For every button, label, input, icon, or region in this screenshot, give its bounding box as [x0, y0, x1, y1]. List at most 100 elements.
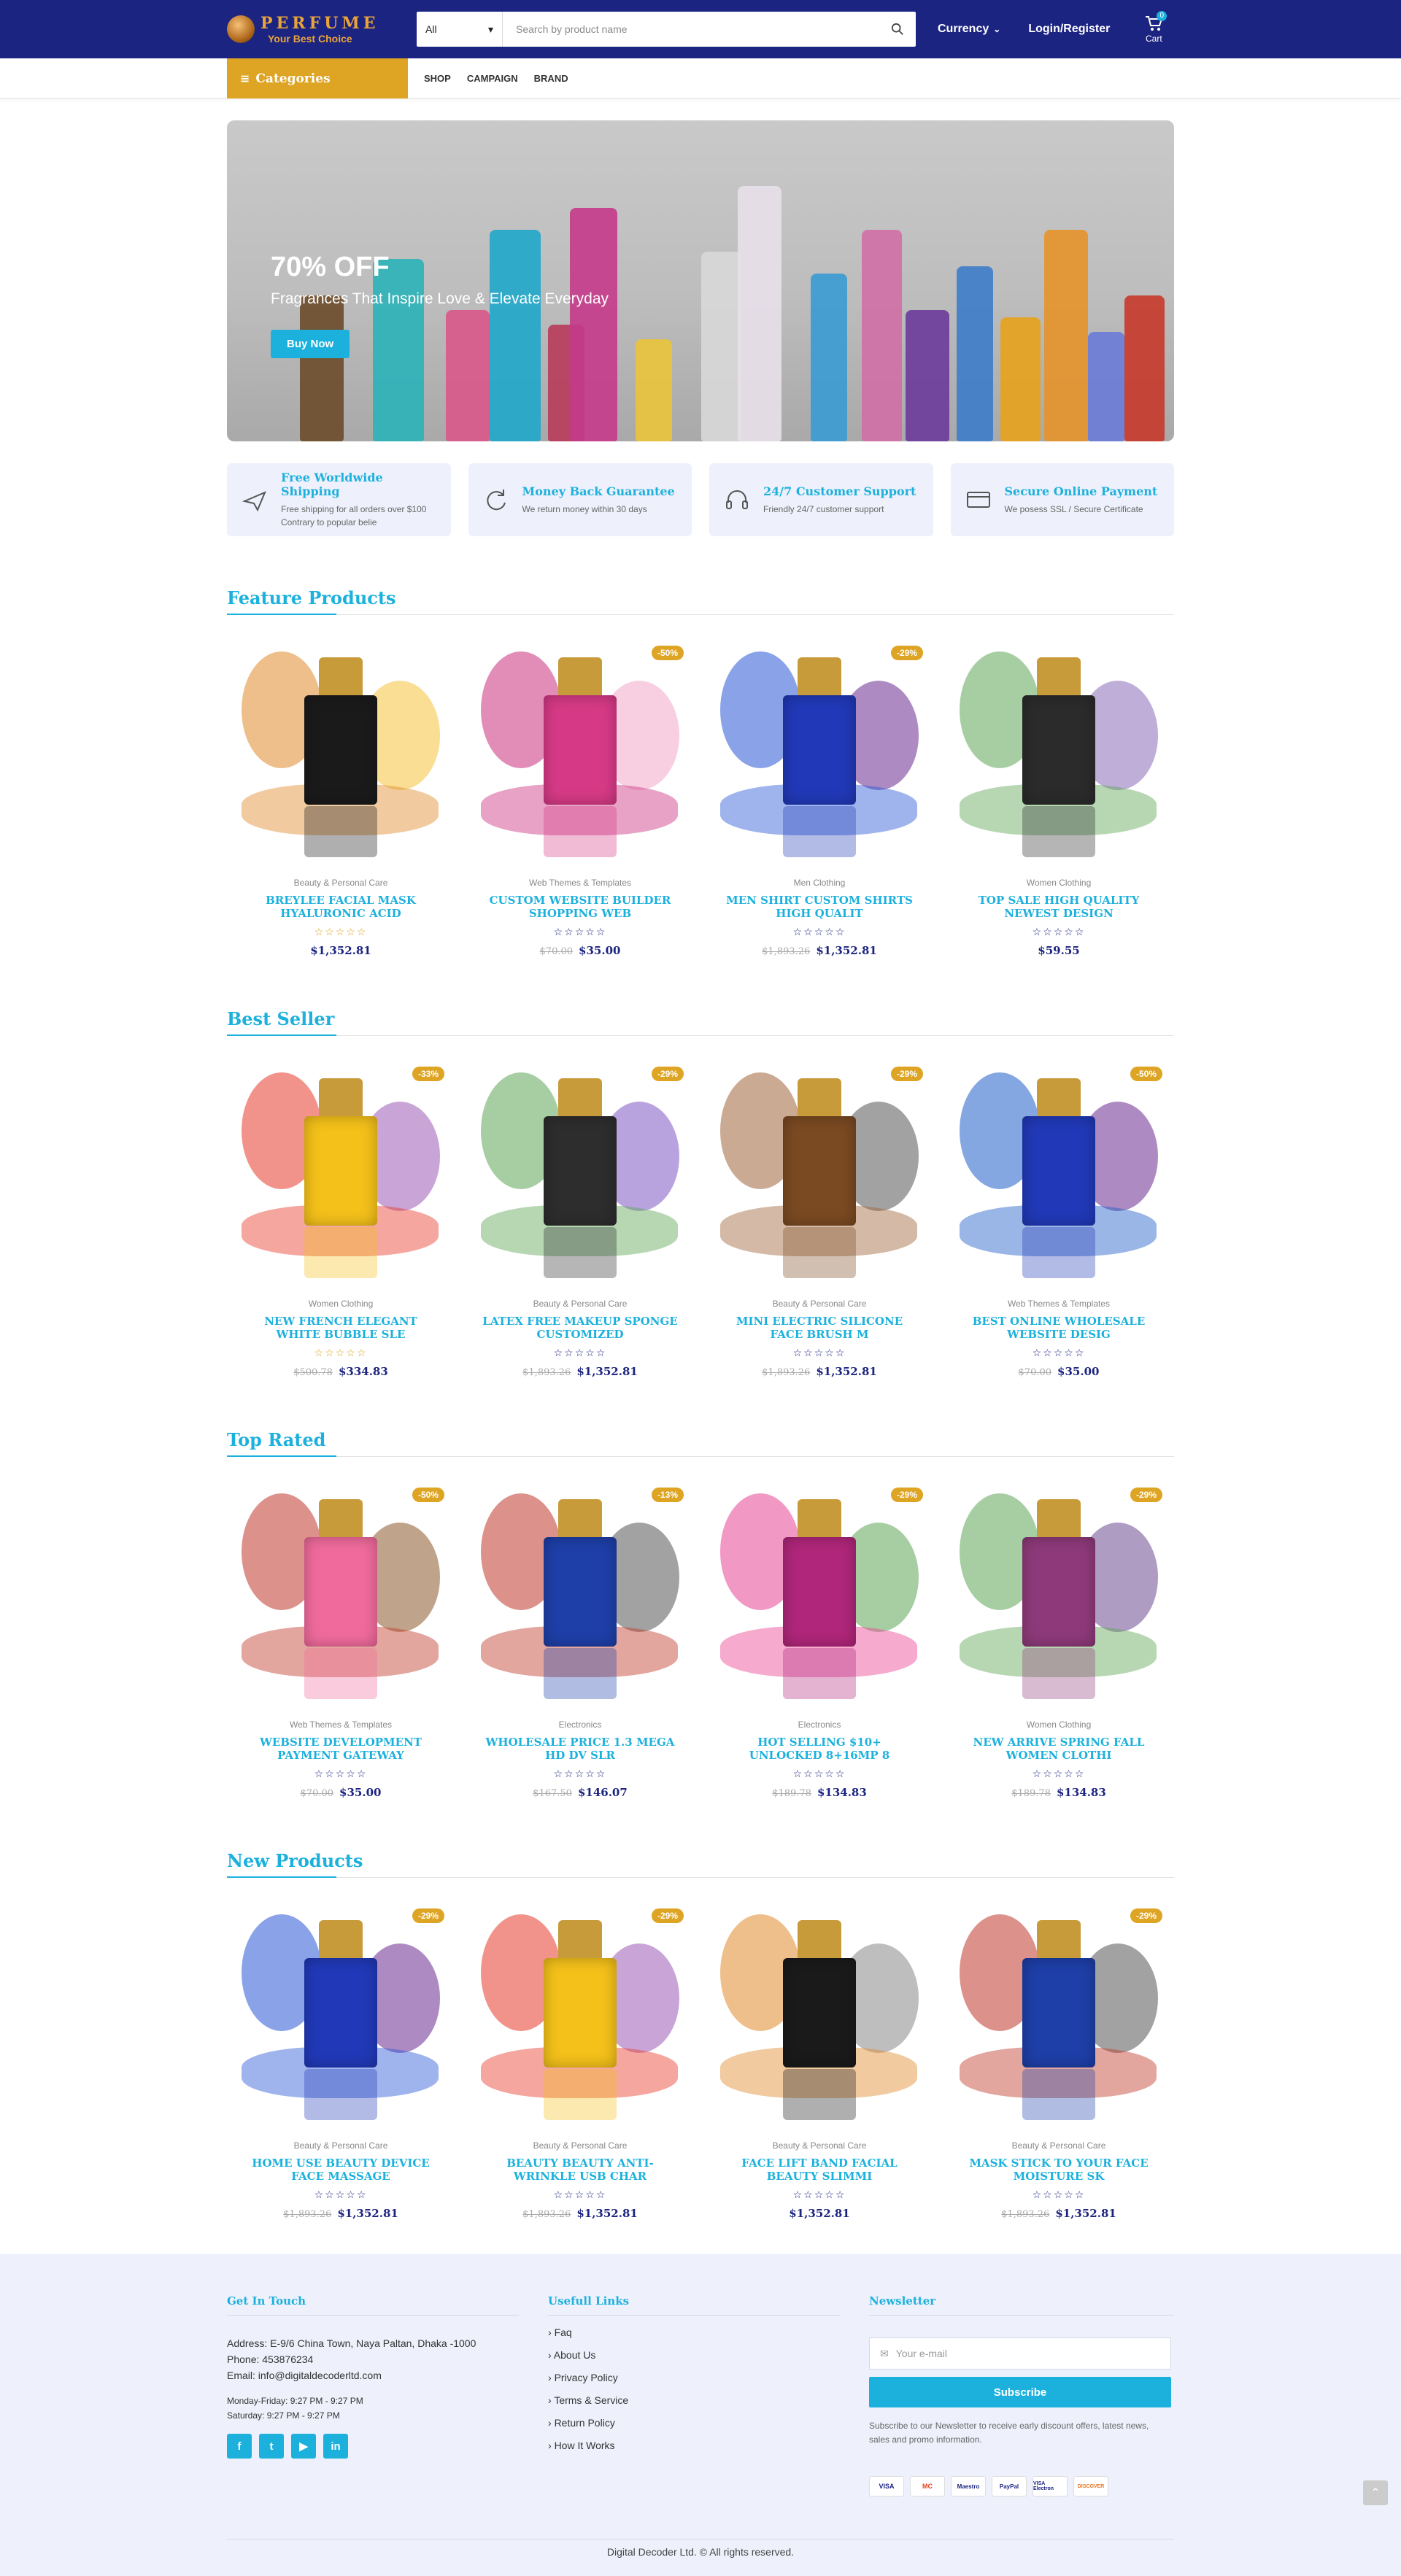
product-card[interactable]: -50% Web Themes & Templates CUSTOM WEBSITE… [466, 637, 694, 957]
footer-email: Email: info@digitaldecoderltd.com [227, 2370, 382, 2381]
product-card[interactable]: -29% Men Clothing MEN SHIRT CUSTOM SHIRTS … [706, 637, 933, 957]
subscribe-button[interactable]: Subscribe [869, 2377, 1171, 2407]
product-image[interactable]: -13% [466, 1479, 694, 1706]
paypal-icon: PayPal [992, 2476, 1027, 2497]
product-name[interactable]: BREYLEE FACIAL MASK HYALURONIC ACID [242, 894, 440, 920]
login-register-link[interactable]: Login/Register [1028, 23, 1110, 36]
product-category: Web Themes & Templates [1007, 1299, 1111, 1309]
product-image[interactable]: -29% [706, 637, 933, 865]
product-image[interactable]: -33% [227, 1058, 455, 1285]
product-price: $1,893.26 $1,352.81 [466, 1365, 694, 1378]
old-price: $70.00 [539, 946, 574, 957]
newsletter-email-input[interactable]: ✉ Your e-mail [869, 2337, 1171, 2370]
product-card[interactable]: -29% Beauty & Personal Care LATEX FREE MAK… [466, 1058, 694, 1378]
categories-label: Categories [255, 71, 331, 86]
product-image[interactable]: -29% [706, 1058, 933, 1285]
footer-link-privacy[interactable]: › Privacy Policy [548, 2372, 869, 2383]
search-button[interactable] [879, 12, 916, 47]
email-placeholder: Your e-mail [895, 2348, 948, 2359]
product-price: $189.78 $134.83 [945, 1786, 1173, 1799]
rating-stars: ☆☆☆☆☆ [314, 1347, 368, 1358]
product-card[interactable]: -29% Women Clothing NEW ARRIVE SPRING FALL… [945, 1479, 1173, 1799]
product-name[interactable]: WEBSITE DEVELOPMENT PAYMENT GATEWAY [242, 1736, 440, 1762]
product-category: Beauty & Personal Care [772, 1299, 867, 1309]
youtube-icon[interactable]: ▶ [291, 2434, 316, 2459]
product-card[interactable]: Beauty & Personal Care BREYLEE FACIAL MAS… [227, 637, 455, 957]
product-card[interactable]: -13% Electronics WHOLESALE PRICE 1.3 MEGA … [466, 1479, 694, 1799]
product-name[interactable]: MINI ELECTRIC SILICONE FACE BRUSH M [720, 1315, 919, 1341]
product-name[interactable]: FACE LIFT BAND FACIAL BEAUTY SLIMMI [720, 2157, 919, 2183]
product-name[interactable]: CUSTOM WEBSITE BUILDER SHOPPING WEB [481, 894, 679, 920]
product-image[interactable]: -50% [945, 1058, 1173, 1285]
scroll-to-top-button[interactable]: ⌃ [1363, 2480, 1388, 2505]
product-card[interactable]: -29% Beauty & Personal Care MASK STICK TO … [945, 1900, 1173, 2220]
currency-dropdown[interactable]: Currency ⌄ [938, 23, 1000, 36]
logo-subtitle: Your Best Choice [268, 32, 352, 45]
product-name[interactable]: BEST ONLINE WHOLESALE WEBSITE DESIG [960, 1315, 1158, 1341]
product-image[interactable] [227, 637, 455, 865]
section-title: Feature Products [227, 587, 1174, 615]
discount-badge: -29% [1130, 1908, 1162, 1923]
product-name[interactable]: BEAUTY BEAUTY ANTI-WRINKLE USB CHAR [481, 2157, 679, 2183]
search-input[interactable] [503, 12, 879, 47]
buy-now-button[interactable]: Buy Now [271, 330, 350, 358]
categories-button[interactable]: ≡ Categories [227, 58, 408, 98]
footer-link-return[interactable]: › Return Policy [548, 2417, 869, 2429]
cart-button[interactable]: 0 Cart [1145, 10, 1168, 44]
footer-link-how[interactable]: › How It Works [548, 2440, 869, 2451]
category-select[interactable]: All ▾ [417, 12, 503, 47]
product-image[interactable]: -29% [945, 1900, 1173, 2127]
product-image[interactable]: -29% [466, 1058, 694, 1285]
product-name[interactable]: HOME USE BEAUTY DEVICE FACE MASSAGE [242, 2157, 440, 2183]
product-image[interactable]: -29% [466, 1900, 694, 2127]
feature-title: Money Back Guarantee [522, 484, 675, 498]
rating-stars: ☆☆☆☆☆ [1032, 1768, 1086, 1779]
logo[interactable]: PERFUME Your Best Choice [227, 15, 417, 44]
footer-link-faq[interactable]: › Faq [548, 2326, 869, 2338]
product-card[interactable]: Women Clothing TOP SALE HIGH QUALITY NEWE… [945, 637, 1173, 957]
product-image[interactable]: -50% [227, 1479, 455, 1706]
discount-badge: -29% [651, 1908, 684, 1923]
footer-link-terms[interactable]: › Terms & Service [548, 2394, 869, 2406]
nav-link-brand[interactable]: BRAND [534, 73, 568, 84]
product-image[interactable]: -29% [227, 1900, 455, 2127]
product-category: Beauty & Personal Care [293, 2140, 388, 2151]
product-card[interactable]: -29% Beauty & Personal Care MINI ELECTRIC … [706, 1058, 933, 1378]
chevron-down-icon: ⌄ [993, 24, 1001, 34]
footer-heading: Usefull Links [548, 2294, 840, 2316]
product-name[interactable]: HOT SELLING $10+ UNLOCKED 8+16MP 8 [720, 1736, 919, 1762]
product-price: $1,352.81 [227, 944, 455, 957]
product-name[interactable]: NEW ARRIVE SPRING FALL WOMEN CLOTHI [960, 1736, 1158, 1762]
nav-link-campaign[interactable]: CAMPAIGN [467, 73, 518, 84]
section-title: Best Seller [227, 1008, 1174, 1036]
product-name[interactable]: MEN SHIRT CUSTOM SHIRTS HIGH QUALIT [720, 894, 919, 920]
twitter-icon[interactable]: t [259, 2434, 284, 2459]
product-image[interactable]: -29% [945, 1479, 1173, 1706]
discount-badge: -29% [890, 1067, 923, 1081]
product-name[interactable]: NEW FRENCH ELEGANT WHITE BUBBLE SLE [242, 1315, 440, 1341]
product-card[interactable]: Beauty & Personal Care FACE LIFT BAND FAC… [706, 1900, 933, 2220]
product-grid: -33% Women Clothing NEW FRENCH ELEGANT WHI… [227, 1058, 1174, 1378]
footer-link-about[interactable]: › About Us [548, 2349, 869, 2361]
product-card[interactable]: -50% Web Themes & Templates BEST ONLINE WH… [945, 1058, 1173, 1378]
product-image[interactable]: -29% [706, 1479, 933, 1706]
nav-link-shop[interactable]: SHOP [424, 73, 451, 84]
product-image[interactable] [706, 1900, 933, 2127]
product-card[interactable]: -50% Web Themes & Templates WEBSITE DEVELO… [227, 1479, 455, 1799]
product-image[interactable] [945, 637, 1173, 865]
product-price: $70.00 $35.00 [227, 1786, 455, 1799]
linkedin-icon[interactable]: in [323, 2434, 348, 2459]
product-card[interactable]: -33% Women Clothing NEW FRENCH ELEGANT WHI… [227, 1058, 455, 1378]
facebook-icon[interactable]: f [227, 2434, 252, 2459]
product-name[interactable]: LATEX FREE MAKEUP SPONGE CUSTOMIZED [481, 1315, 679, 1341]
product-image[interactable]: -50% [466, 637, 694, 865]
product-name[interactable]: MASK STICK TO YOUR FACE MOISTURE SK [960, 2157, 1158, 2183]
feature-desc: Free shipping for all orders over $100 C… [281, 504, 427, 527]
product-name[interactable]: TOP SALE HIGH QUALITY NEWEST DESIGN [960, 894, 1158, 920]
product-card[interactable]: -29% Beauty & Personal Care BEAUTY BEAUTY … [466, 1900, 694, 2220]
product-name[interactable]: WHOLESALE PRICE 1.3 MEGA HD DV SLR [481, 1736, 679, 1762]
product-card[interactable]: -29% Electronics HOT SELLING $10+ UNLOCKED… [706, 1479, 933, 1799]
visa-icon: VISA [869, 2476, 904, 2497]
product-section: Feature Products Beauty & Personal Care BR… [227, 587, 1174, 957]
product-card[interactable]: -29% Beauty & Personal Care HOME USE BEAUT… [227, 1900, 455, 2220]
